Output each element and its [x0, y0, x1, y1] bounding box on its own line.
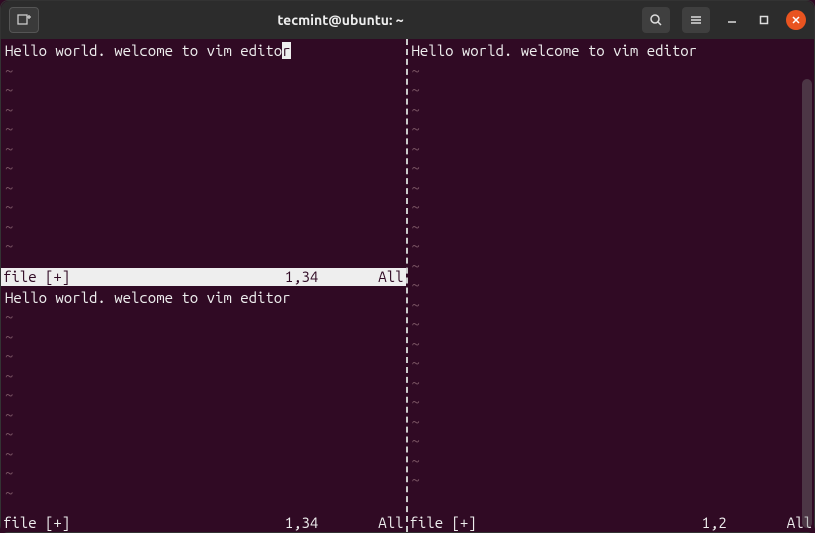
vim-right-column: Hello world. welcome to vim editor ~ ~ ~…: [408, 39, 815, 532]
status-line-inactive: file [+] 1,2 All: [408, 514, 815, 532]
empty-line-marker: ~: [5, 237, 13, 254]
buffer-text: Hello world. welcome to vim editor: [412, 42, 698, 59]
titlebar-left: [9, 7, 39, 33]
status-position: 1,34: [285, 268, 379, 286]
empty-line-marker: ~: [412, 374, 420, 391]
empty-line-marker: ~: [412, 140, 420, 157]
vim-left-column: Hello world. welcome to vim editor ~ ~ ~…: [1, 39, 408, 532]
empty-line-marker: ~: [412, 296, 420, 313]
vim-pane-right[interactable]: Hello world. welcome to vim editor ~ ~ ~…: [408, 39, 815, 532]
empty-line-marker: ~: [5, 218, 13, 235]
window-title: tecmint@ubuntu: ~: [39, 12, 642, 28]
empty-line-marker: ~: [412, 335, 420, 352]
empty-line-marker: ~: [5, 464, 13, 481]
status-filename: file [+]: [3, 514, 70, 532]
empty-line-marker: ~: [412, 179, 420, 196]
status-spacer: [70, 268, 284, 286]
status-percent: All: [378, 268, 403, 286]
empty-line-marker: ~: [5, 406, 13, 423]
vim-pane-top-left[interactable]: Hello world. welcome to vim editor ~ ~ ~…: [1, 39, 406, 286]
empty-line-marker: ~: [412, 198, 420, 215]
empty-line-marker: ~: [5, 159, 13, 176]
cursor: r: [282, 42, 290, 59]
empty-line-marker: ~: [5, 140, 13, 157]
empty-line-marker: ~: [5, 425, 13, 442]
pane-content[interactable]: Hello world. welcome to vim editor ~ ~ ~…: [408, 39, 815, 514]
status-spacer: [477, 514, 702, 532]
terminal-scrollbar[interactable]: [802, 79, 812, 528]
empty-line-marker: ~: [5, 120, 13, 137]
close-button[interactable]: [786, 10, 806, 30]
vim-pane-bottom-left[interactable]: Hello world. welcome to vim editor ~ ~ ~…: [1, 286, 406, 533]
buffer-text: Hello world. welcome to vim editor: [5, 289, 291, 306]
empty-line-marker: ~: [412, 62, 420, 79]
search-button[interactable]: [642, 7, 670, 33]
close-icon: [791, 15, 801, 25]
status-position: 1,34: [285, 514, 379, 532]
empty-line-marker: ~: [5, 347, 13, 364]
empty-line-marker: ~: [412, 315, 420, 332]
empty-line-marker: ~: [412, 159, 420, 176]
pane-content[interactable]: Hello world. welcome to vim editor ~ ~ ~…: [1, 39, 406, 268]
empty-line-marker: ~: [5, 198, 13, 215]
buffer-text: Hello world. welcome to vim edito: [5, 42, 282, 59]
maximize-icon: [758, 14, 770, 26]
minimize-icon: [726, 14, 738, 26]
pane-content[interactable]: Hello world. welcome to vim editor ~ ~ ~…: [1, 286, 406, 515]
empty-line-marker: ~: [5, 81, 13, 98]
status-percent: All: [378, 514, 403, 532]
maximize-button[interactable]: [754, 10, 774, 30]
empty-line-marker: ~: [412, 413, 420, 430]
titlebar-right: [642, 7, 806, 33]
hamburger-icon: [689, 13, 703, 27]
title-bar: tecmint@ubuntu: ~: [1, 1, 814, 39]
empty-line-marker: ~: [412, 393, 420, 410]
empty-line-marker: ~: [5, 328, 13, 345]
empty-line-marker: ~: [412, 471, 420, 488]
empty-line-marker: ~: [412, 120, 420, 137]
menu-button[interactable]: [682, 7, 710, 33]
status-spacer: [70, 514, 284, 532]
empty-line-marker: ~: [5, 62, 13, 79]
minimize-button[interactable]: [722, 10, 742, 30]
terminal-area[interactable]: Hello world. welcome to vim editor ~ ~ ~…: [1, 39, 814, 532]
status-line-inactive: file [+] 1,34 All: [1, 514, 406, 532]
empty-line-marker: ~: [412, 81, 420, 98]
search-icon: [649, 13, 663, 27]
empty-line-marker: ~: [412, 218, 420, 235]
status-filename: file [+]: [3, 268, 70, 286]
status-position: 1,2: [702, 514, 787, 532]
vim-container: Hello world. welcome to vim editor ~ ~ ~…: [1, 39, 814, 532]
empty-line-marker: ~: [412, 237, 420, 254]
empty-line-marker: ~: [412, 101, 420, 118]
status-filename: file [+]: [410, 514, 477, 532]
empty-line-marker: ~: [5, 386, 13, 403]
new-tab-button[interactable]: [9, 7, 39, 33]
empty-line-marker: ~: [412, 257, 420, 274]
empty-line-marker: ~: [5, 367, 13, 384]
empty-line-marker: ~: [5, 101, 13, 118]
empty-line-marker: ~: [5, 484, 13, 501]
empty-line-marker: ~: [412, 452, 420, 469]
empty-line-marker: ~: [5, 445, 13, 462]
status-line-active: file [+] 1,34 All: [1, 268, 406, 286]
new-tab-icon: [16, 12, 32, 28]
empty-line-marker: ~: [5, 308, 13, 325]
empty-line-marker: ~: [412, 276, 420, 293]
empty-line-marker: ~: [412, 354, 420, 371]
empty-line-marker: ~: [5, 179, 13, 196]
empty-line-marker: ~: [412, 432, 420, 449]
